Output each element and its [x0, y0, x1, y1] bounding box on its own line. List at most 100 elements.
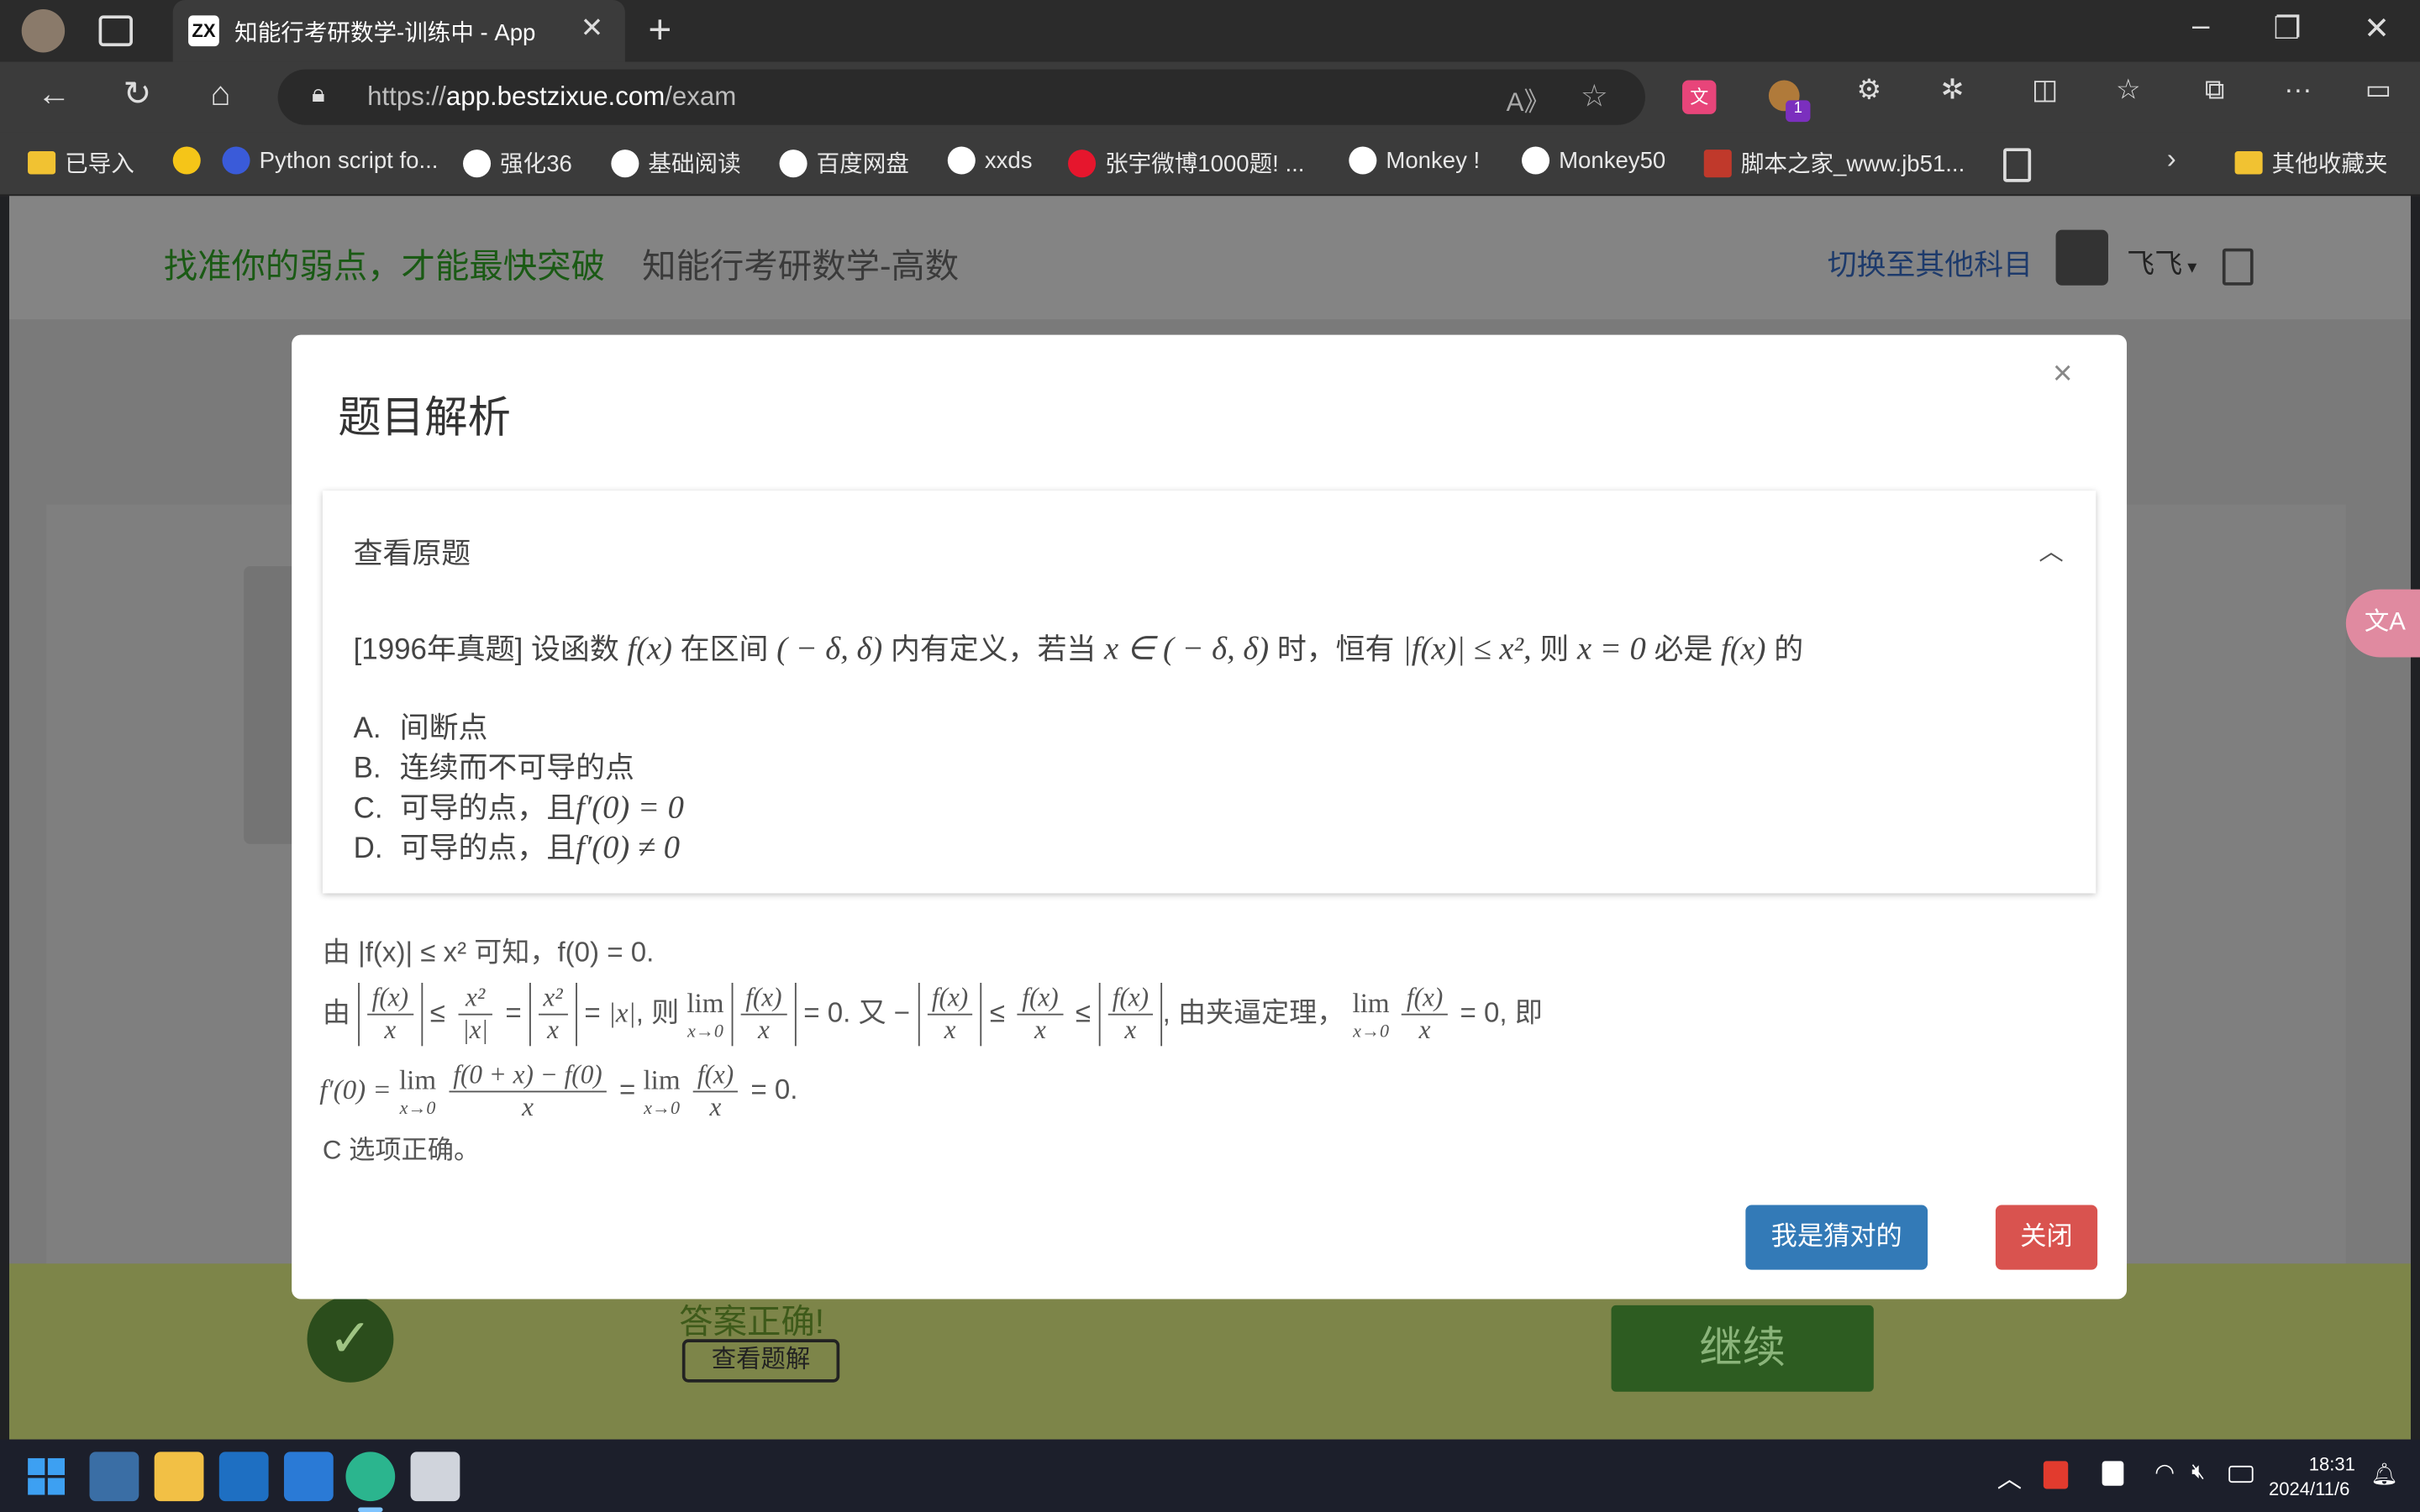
- solution-line-1: 由 |f(x)| ≤ x² 可知，f(0) = 0.: [322, 936, 655, 968]
- site-icon: [947, 146, 976, 175]
- notification-bell-icon[interactable]: 🔔︎: [2370, 1461, 2398, 1487]
- tab-close-icon[interactable]: ✕: [581, 13, 604, 45]
- extensions-icon[interactable]: ✲: [1929, 74, 1975, 107]
- solution-modal: 题目解析 × 查看原题 ︿ [1996年真题] 设函数 f(x) 在区间 ( −…: [292, 334, 2128, 1299]
- option-d: D. 可导的点，且f′(0) ≠ 0: [353, 828, 681, 866]
- extension-badge: 1: [1786, 100, 1811, 123]
- solution-line-3: f′(0) = lim x→0 f(0 + x) − f(0) x = lim x→0…: [319, 1059, 798, 1122]
- outlook-icon[interactable]: [218, 1452, 269, 1502]
- file-explorer-icon[interactable]: [154, 1452, 204, 1502]
- chevron-right-icon[interactable]: ›: [2167, 144, 2176, 176]
- subject-title: 知能行考研数学-高数: [642, 246, 960, 286]
- translate-float-icon[interactable]: 文A: [2345, 589, 2420, 658]
- user-avatar[interactable]: [2055, 229, 2108, 286]
- close-icon[interactable]: ×: [2053, 354, 2073, 394]
- edge-icon[interactable]: [345, 1452, 396, 1502]
- more-icon[interactable]: ···: [2275, 74, 2321, 107]
- question-card: 查看原题 ︿ [1996年真题] 设函数 f(x) 在区间 ( − δ, δ) …: [322, 491, 2096, 894]
- clock-time[interactable]: 18:31: [2293, 1453, 2355, 1475]
- check-icon: ✓: [307, 1295, 394, 1383]
- battery-icon[interactable]: [2228, 1465, 2254, 1483]
- volume-muted-icon[interactable]: 🔇︎: [2191, 1458, 2205, 1484]
- continue-button[interactable]: 继续: [1611, 1305, 1874, 1392]
- tab-actions-icon[interactable]: [98, 15, 133, 47]
- favicon-icon: ZX: [188, 15, 219, 47]
- active-app-indicator: [358, 1507, 383, 1512]
- site-icon: [1522, 146, 1550, 175]
- split-screen-icon[interactable]: ◫: [2022, 74, 2068, 107]
- page-header: 找准你的弱点，才能最快突破 知能行考研数学-高数 切换至其他科目 飞飞 ▾: [9, 196, 2411, 320]
- solution-line-2: 由 f(x) x ≤ x² |x| = x² x = |x|, 则 lim x→0 f(…: [322, 983, 1543, 1047]
- browser-title-bar: ZX 知能行考研数学-训练中 - App ✕ + – ❐ ✕: [0, 0, 2420, 62]
- view-solution-button[interactable]: 查看题解: [681, 1339, 840, 1383]
- switch-subject-link[interactable]: 切换至其他科目: [1828, 242, 2033, 284]
- collections-icon[interactable]: ⧉: [2191, 74, 2238, 107]
- app-icon[interactable]: [410, 1452, 460, 1502]
- favorites-icon[interactable]: ☆: [2105, 74, 2151, 107]
- copy-icon[interactable]: [2222, 248, 2254, 286]
- wifi-icon[interactable]: ◠: [2154, 1458, 2175, 1486]
- site-icon: [611, 149, 639, 177]
- control-panel-icon[interactable]: [89, 1452, 139, 1502]
- site-icon: [1349, 146, 1377, 175]
- vscode-icon[interactable]: [283, 1452, 334, 1502]
- minimize-icon[interactable]: –: [2170, 9, 2231, 45]
- question-text: [1996年真题] 设函数 f(x) 在区间 ( − δ, δ) 内有定义，若当…: [353, 629, 1804, 667]
- card-header[interactable]: 查看原题: [354, 531, 471, 573]
- clock-date[interactable]: 2024/11/6: [2269, 1478, 2349, 1500]
- refresh-icon[interactable]: ↻: [114, 74, 160, 114]
- modal-title: 题目解析: [338, 393, 511, 442]
- option-c: C. 可导的点，且f′(0) = 0: [353, 788, 684, 826]
- lock-icon[interactable]: 🔒︎: [312, 81, 325, 109]
- tab-active[interactable]: ZX 知能行考研数学-训练中 - App ✕: [172, 0, 625, 62]
- chevron-up-icon[interactable]: ︿: [1997, 1458, 2022, 1495]
- home-icon[interactable]: ⌂: [197, 74, 244, 114]
- chevron-up-icon[interactable]: ︿: [2039, 531, 2063, 568]
- bookmark-item[interactable]: 张宇微博1000题! ...: [1068, 146, 1304, 179]
- site-icon: [463, 149, 492, 177]
- back-icon[interactable]: ←: [31, 74, 77, 114]
- guessed-correct-button[interactable]: 我是猜对的: [1745, 1205, 1928, 1270]
- bookmark-item[interactable]: 基础阅读: [611, 146, 741, 179]
- read-aloud-icon[interactable]: A》: [1507, 81, 1550, 119]
- ime-tray-icon[interactable]: [2102, 1461, 2124, 1486]
- bookmark-item[interactable]: 已导入: [28, 146, 134, 179]
- option-b: B. 连续而不可导的点: [353, 753, 634, 785]
- bookmark-item[interactable]: 强化36: [463, 146, 572, 179]
- sidebar-icon[interactable]: ▭: [2355, 74, 2402, 107]
- close-button[interactable]: 关闭: [1995, 1205, 2098, 1270]
- new-tab-icon[interactable]: +: [648, 6, 671, 54]
- bookmark-item[interactable]: Monkey50: [1522, 146, 1665, 175]
- answer-status: 答案正确!: [679, 1302, 825, 1341]
- bookmark-item[interactable]: 百度网盘: [779, 146, 909, 179]
- restore-icon[interactable]: ❐: [2256, 9, 2317, 48]
- caret-down-icon: ▾: [2182, 255, 2197, 278]
- folder-icon: [2234, 151, 2263, 175]
- folder-icon: [28, 151, 56, 175]
- site-icon: [222, 146, 250, 175]
- bookmarks-bar: 已导入 Python script fo... 强化36 基础阅读 百度网盘 x…: [0, 132, 2420, 197]
- option-a: A. 间断点: [353, 712, 488, 746]
- bookmark-item[interactable]: 脚本之家_www.jb51...: [1703, 146, 1965, 179]
- file-icon[interactable]: [2003, 148, 2032, 182]
- profile-avatar[interactable]: [21, 9, 66, 53]
- window-close-icon[interactable]: ✕: [2346, 9, 2407, 48]
- address-bar[interactable]: 🔒︎ https://app.bestzixue.com/exam A》 ☆: [277, 69, 1645, 125]
- helper-extension-icon[interactable]: ⚙: [1846, 74, 1892, 107]
- weibo-icon: [1068, 149, 1097, 177]
- user-menu[interactable]: 飞飞 ▾: [2127, 242, 2196, 282]
- url-text[interactable]: https://app.bestzixue.com/exam: [367, 81, 736, 113]
- site-icon: [779, 149, 808, 177]
- bookmark-item[interactable]: Python script fo...: [222, 146, 438, 175]
- taskbar: ︿ ◠ 🔇︎ 18:31 2024/11/6 🔔︎: [0, 1439, 2420, 1512]
- solution-conclusion: C 选项正确。: [322, 1135, 481, 1165]
- pdf-tray-icon[interactable]: [2043, 1461, 2069, 1489]
- bookmark-item[interactable]: xxds: [947, 146, 1032, 175]
- translate-extension-icon[interactable]: 文: [1682, 80, 1717, 114]
- other-bookmarks-folder[interactable]: 其他收藏夹: [2234, 146, 2387, 179]
- bookmark-item[interactable]: Monkey !: [1349, 146, 1480, 175]
- tab-title: 知能行考研数学-训练中 - App: [234, 19, 536, 47]
- favorite-star-icon[interactable]: ☆: [1581, 77, 1608, 116]
- emoji-bookmark-icon[interactable]: [172, 146, 201, 175]
- slogan: 找准你的弱点，才能最快突破: [163, 246, 606, 286]
